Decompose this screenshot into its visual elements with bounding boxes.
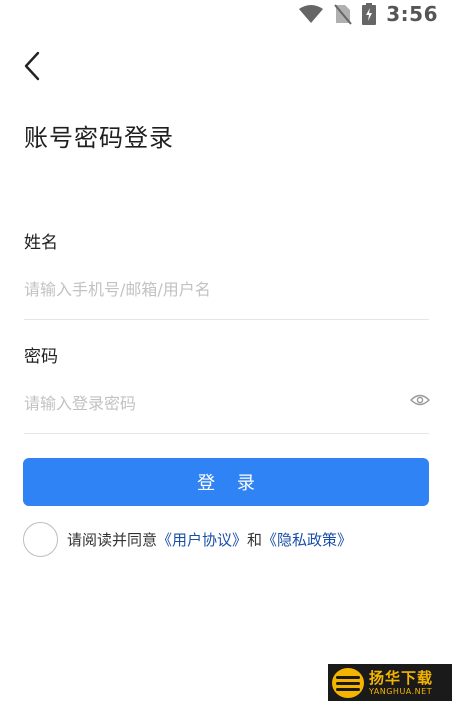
watermark-logo: 扬华下载 YANGHUA.NET (328, 664, 452, 701)
watermark-emblem-icon (332, 667, 364, 698)
username-input[interactable] (24, 274, 404, 304)
password-input[interactable] (24, 388, 394, 418)
privacy-policy-link[interactable]: 《隐私政策》 (262, 531, 352, 549)
password-label: 密码 (24, 347, 58, 367)
username-divider (24, 319, 429, 320)
wifi-icon (299, 5, 324, 23)
eye-icon[interactable] (410, 392, 430, 408)
status-bar: 3:56 (0, 0, 452, 28)
agreement-and: 和 (247, 530, 263, 549)
agreement-checkbox[interactable] (23, 521, 58, 557)
status-time: 3:56 (386, 2, 438, 26)
back-button[interactable] (18, 48, 48, 84)
agreement-row: 请阅读并同意《用户协议》和《隐私政策》 (23, 521, 352, 557)
agreement-prefix: 请阅读并同意 (67, 530, 158, 549)
user-agreement-link[interactable]: 《用户协议》 (157, 531, 247, 549)
login-screen: 3:56 账号密码登录 姓名 密码 登 录 请阅读并同意《用户协议》和《隐私政策… (0, 0, 452, 701)
no-sim-icon (334, 4, 353, 25)
page-title: 账号密码登录 (24, 124, 174, 152)
password-divider (24, 433, 429, 434)
watermark-en: YANGHUA.NET (369, 686, 433, 696)
username-label: 姓名 (24, 233, 58, 253)
agreement-text: 请阅读并同意《用户协议》和《隐私政策》 (67, 529, 352, 550)
watermark-cn: 扬华下载 (369, 668, 434, 687)
battery-charging-icon (362, 3, 377, 25)
chevron-left-icon (24, 51, 40, 81)
login-button[interactable]: 登 录 (23, 458, 429, 506)
